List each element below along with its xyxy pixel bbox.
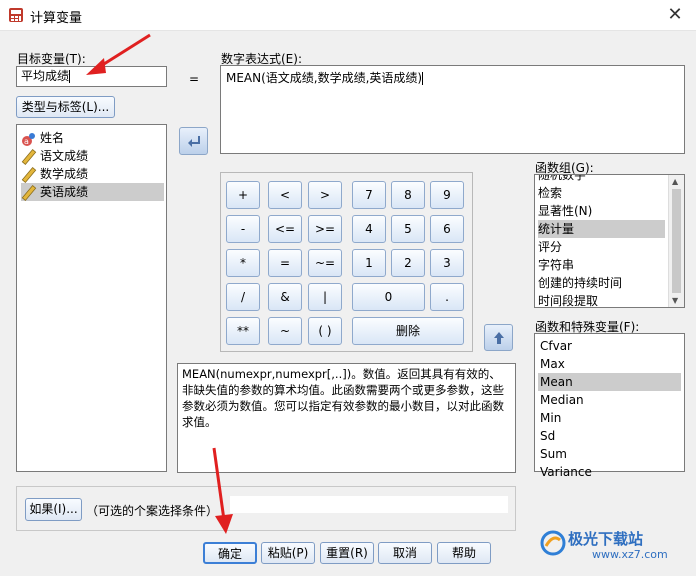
watermark-title: 极光下载站 <box>568 530 644 548</box>
key-8[interactable]: 8 <box>391 181 425 209</box>
help-button[interactable]: 帮助 <box>437 542 491 564</box>
ruler-icon <box>21 148 37 165</box>
key-greater-than[interactable]: > <box>308 181 342 209</box>
type-and-label-button[interactable]: 类型与标签(L)... <box>16 96 115 118</box>
scroll-up-icon[interactable]: ▲ <box>672 177 678 186</box>
ruler-icon <box>21 166 37 183</box>
paste-button[interactable]: 粘贴(P) <box>261 542 315 564</box>
function-item[interactable]: Cfvar <box>540 337 572 355</box>
function-group-item[interactable]: 创建的持续时间 <box>538 274 622 292</box>
key-2[interactable]: 2 <box>391 249 425 277</box>
delete-button[interactable]: 删除 <box>352 317 464 345</box>
key-9[interactable]: 9 <box>430 181 464 209</box>
watermark-logo-icon <box>540 530 566 556</box>
function-item[interactable]: Min <box>540 409 561 427</box>
key-power[interactable]: ** <box>226 317 260 345</box>
variable-list[interactable]: a 姓名 语文成绩 数学成绩 英语成绩 <box>16 124 167 472</box>
function-description: MEAN(numexpr,numexpr[,..])。数值。返回其具有有效的、非… <box>177 363 516 473</box>
function-item[interactable]: Sum <box>540 445 567 463</box>
key-plus[interactable]: + <box>226 181 260 209</box>
key-7[interactable]: 7 <box>352 181 386 209</box>
scroll-down-icon[interactable]: ▼ <box>672 296 678 305</box>
move-to-expression-button[interactable] <box>179 127 208 155</box>
function-group-list[interactable]: 随机数字 检索 显著性(N) 统计量 评分 字符串 创建的持续时间 时间段提取 … <box>534 174 685 308</box>
function-group-scrollbar[interactable]: ▲ ▼ <box>668 175 684 307</box>
close-icon[interactable]: ✕ <box>662 3 688 27</box>
target-variable-input[interactable]: 平均成绩 <box>16 66 167 87</box>
numeric-expression-value: MEAN(语文成绩,数学成绩,英语成绩) <box>226 71 423 85</box>
key-and[interactable]: & <box>268 283 302 311</box>
function-item[interactable]: Sd <box>540 427 555 445</box>
key-greater-equal[interactable]: >= <box>308 215 342 243</box>
target-variable-label: 目标变量(T): <box>17 52 86 66</box>
up-arrow-icon <box>494 332 504 344</box>
function-item[interactable]: Median <box>540 391 584 409</box>
window-title: 计算变量 <box>30 11 83 26</box>
title-bar <box>0 0 696 31</box>
key-1[interactable]: 1 <box>352 249 386 277</box>
variable-item-english-score[interactable]: 英语成绩 <box>21 183 164 201</box>
reset-button[interactable]: 重置(R) <box>320 542 374 564</box>
cancel-button[interactable]: 取消 <box>378 542 432 564</box>
key-decimal[interactable]: . <box>430 283 464 311</box>
watermark-url: www.xz7.com <box>592 548 668 561</box>
function-group-item[interactable]: 时间段提取 <box>538 292 598 307</box>
function-item[interactable]: Max <box>540 355 565 373</box>
calculator-app-icon <box>9 8 23 22</box>
numeric-expression-input[interactable]: MEAN(语文成绩,数学成绩,英语成绩) <box>220 65 685 154</box>
key-0[interactable]: 0 <box>352 283 425 311</box>
key-5[interactable]: 5 <box>391 215 425 243</box>
condition-field <box>230 496 508 513</box>
ruler-icon <box>21 184 37 201</box>
variable-item-chinese-score[interactable]: 语文成绩 <box>21 147 88 165</box>
variable-item-name[interactable]: a 姓名 <box>21 129 64 147</box>
key-3[interactable]: 3 <box>430 249 464 277</box>
function-item[interactable]: Variance <box>540 463 592 481</box>
key-less-equal[interactable]: <= <box>268 215 302 243</box>
if-condition-button[interactable]: 如果(I)... <box>25 498 82 521</box>
key-or[interactable]: | <box>308 283 342 311</box>
key-minus[interactable]: - <box>226 215 260 243</box>
function-item-selected[interactable]: Mean <box>538 373 681 391</box>
keypad-panel: + < > 7 8 9 - <= >= 4 5 6 * = ~= 1 2 3 /… <box>220 172 473 352</box>
equals-sign: = <box>189 72 200 86</box>
key-multiply[interactable]: * <box>226 249 260 277</box>
functions-list[interactable]: Cfvar Max Mean Median Min Sd Sum Varianc… <box>534 333 685 479</box>
function-group-item[interactable]: 字符串 <box>538 256 574 274</box>
insert-function-button[interactable] <box>484 324 513 351</box>
scroll-thumb[interactable] <box>672 189 681 293</box>
svg-text:a: a <box>24 137 29 146</box>
variable-item-math-score[interactable]: 数学成绩 <box>21 165 88 183</box>
function-group-item[interactable]: 显著性(N) <box>538 202 592 220</box>
key-not-equal[interactable]: ~= <box>308 249 342 277</box>
key-parentheses[interactable]: ( ) <box>308 317 342 345</box>
function-group-item[interactable]: 随机数字 <box>538 175 586 184</box>
key-6[interactable]: 6 <box>430 215 464 243</box>
return-arrow-icon <box>188 136 200 147</box>
key-less-than[interactable]: < <box>268 181 302 209</box>
target-variable-value: 平均成绩 <box>21 69 70 83</box>
key-equals[interactable]: = <box>268 249 302 277</box>
ok-button[interactable]: 确定 <box>203 542 257 564</box>
key-not[interactable]: ~ <box>268 317 302 345</box>
condition-hint: （可选的个案选择条件） <box>86 504 219 518</box>
function-group-item[interactable]: 评分 <box>538 238 562 256</box>
key-4[interactable]: 4 <box>352 215 386 243</box>
function-group-item[interactable]: 检索 <box>538 184 562 202</box>
function-group-item-selected[interactable]: 统计量 <box>538 220 665 238</box>
key-divide[interactable]: / <box>226 283 260 311</box>
string-variable-icon: a <box>22 132 35 146</box>
